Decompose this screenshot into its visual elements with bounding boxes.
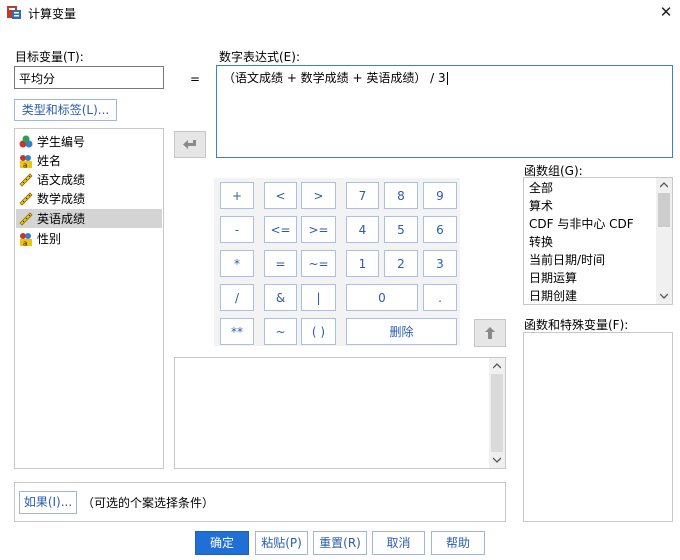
equals-sign: =	[190, 72, 201, 86]
key-power[interactable]: **	[220, 318, 254, 345]
key-8[interactable]: 8	[384, 182, 418, 209]
variable-item-chinese-score[interactable]: 语文成绩	[19, 170, 85, 189]
chevron-down-icon[interactable]	[660, 293, 668, 299]
key-not[interactable]: ~	[264, 318, 297, 345]
key-7[interactable]: 7	[346, 182, 379, 209]
key-parentheses[interactable]: ( )	[301, 318, 336, 345]
move-to-expression-button[interactable]	[174, 131, 206, 158]
key-or[interactable]: |	[301, 284, 336, 311]
key-and[interactable]: &	[264, 284, 297, 311]
close-icon[interactable]: ✕	[655, 2, 677, 22]
svg-text:a: a	[23, 239, 27, 246]
variable-label: 姓名	[37, 154, 62, 168]
arrow-up-icon	[485, 327, 495, 339]
arrow-left-icon	[183, 139, 196, 149]
variable-label: 语文成绩	[37, 173, 86, 187]
key-multiply[interactable]: *	[220, 250, 254, 277]
if-hint: （可选的个案选择条件）	[82, 496, 215, 510]
svg-text:a: a	[23, 161, 27, 168]
numeric-expression-text: （语文成绩 + 数学成绩 + 英语成绩） / 3	[223, 71, 446, 85]
nominal-variable-icon	[19, 135, 33, 147]
string-variable-icon: a	[20, 232, 32, 246]
string-variable-icon: a	[20, 154, 32, 168]
ruler-icon	[19, 172, 33, 187]
key-minus[interactable]: -	[220, 216, 254, 243]
numeric-expression-label: 数字表达式(E):	[219, 50, 300, 64]
if-button[interactable]: 如果(I)...	[19, 491, 77, 514]
function-description-area	[174, 357, 506, 469]
function-group-item[interactable]: 转换	[529, 234, 553, 251]
target-variable-label: 目标变量(T):	[15, 50, 84, 64]
variable-item-gender[interactable]: a 性别	[19, 229, 61, 248]
paste-button[interactable]: 粘贴(P)	[255, 531, 308, 555]
scroll-thumb[interactable]	[658, 193, 670, 227]
key-4[interactable]: 4	[346, 216, 379, 243]
variable-label: 数学成绩	[37, 192, 86, 206]
variable-item-name[interactable]: a 姓名	[19, 151, 61, 170]
function-group-item[interactable]: 全部	[529, 180, 553, 197]
reset-button[interactable]: 重置(R)	[313, 531, 367, 555]
text-cursor	[446, 72, 448, 85]
variable-list[interactable]: 学生编号 a 姓名 语文成绩 数学成绩 英语成绩 a 性别	[14, 128, 164, 469]
key-1[interactable]: 1	[346, 250, 379, 277]
key-divide[interactable]: /	[220, 284, 254, 311]
type-label-button[interactable]: 类型和标签(L)...	[14, 99, 117, 121]
chevron-up-icon[interactable]	[660, 182, 668, 188]
description-scrollbar[interactable]	[489, 358, 505, 468]
function-group-item[interactable]: 日期运算	[529, 270, 577, 287]
key-decimal[interactable]: .	[423, 284, 457, 311]
variable-item-student-id[interactable]: 学生编号	[19, 132, 85, 151]
variable-label: 英语成绩	[37, 212, 86, 226]
variable-label: 学生编号	[37, 135, 86, 149]
key-plus[interactable]: +	[220, 182, 254, 209]
key-greater-equal[interactable]: >=	[301, 216, 336, 243]
key-3[interactable]: 3	[423, 250, 457, 277]
function-group-item[interactable]: CDF 与非中心 CDF	[529, 216, 634, 233]
scroll-thumb[interactable]	[491, 374, 503, 452]
cancel-button[interactable]: 取消	[372, 531, 425, 555]
variable-label: 性别	[37, 232, 62, 246]
ruler-icon	[19, 211, 33, 226]
variable-item-math-score[interactable]: 数学成绩	[19, 189, 85, 208]
key-0[interactable]: 0	[346, 284, 418, 311]
function-group-item[interactable]: 日期创建	[529, 288, 577, 305]
key-less-than[interactable]: <	[264, 182, 297, 209]
functions-list[interactable]	[523, 332, 673, 522]
target-variable-field[interactable]: 平均分	[14, 66, 164, 89]
chevron-up-icon[interactable]	[493, 363, 501, 369]
key-6[interactable]: 6	[423, 216, 457, 243]
ok-button[interactable]: 确定	[195, 531, 249, 555]
window-title: 计算变量	[28, 7, 77, 21]
insert-function-button[interactable]	[474, 319, 506, 347]
key-not-equal[interactable]: ~=	[301, 250, 336, 277]
key-2[interactable]: 2	[384, 250, 418, 277]
functions-label: 函数和特殊变量(F):	[524, 318, 629, 332]
key-9[interactable]: 9	[423, 182, 457, 209]
help-button[interactable]: 帮助	[431, 531, 485, 555]
key-equal[interactable]: =	[264, 250, 297, 277]
function-group-item[interactable]: 当前日期/时间	[529, 252, 605, 269]
function-group-item[interactable]: 算术	[529, 198, 553, 215]
key-delete[interactable]: 删除	[346, 318, 457, 345]
function-group-list[interactable]: 全部 算术 CDF 与非中心 CDF 转换 当前日期/时间 日期运算 日期创建	[523, 177, 673, 305]
key-greater-than[interactable]: >	[301, 182, 336, 209]
variable-item-english-score[interactable]: 英语成绩	[16, 209, 162, 228]
app-icon	[7, 6, 21, 19]
chevron-down-icon[interactable]	[493, 457, 501, 463]
target-variable-value: 平均分	[19, 72, 56, 86]
key-less-equal[interactable]: <=	[264, 216, 297, 243]
numeric-expression-input[interactable]: （语文成绩 + 数学成绩 + 英语成绩） / 3	[216, 65, 673, 158]
function-group-scrollbar[interactable]	[656, 178, 672, 304]
ruler-icon	[19, 191, 33, 206]
key-5[interactable]: 5	[384, 216, 418, 243]
